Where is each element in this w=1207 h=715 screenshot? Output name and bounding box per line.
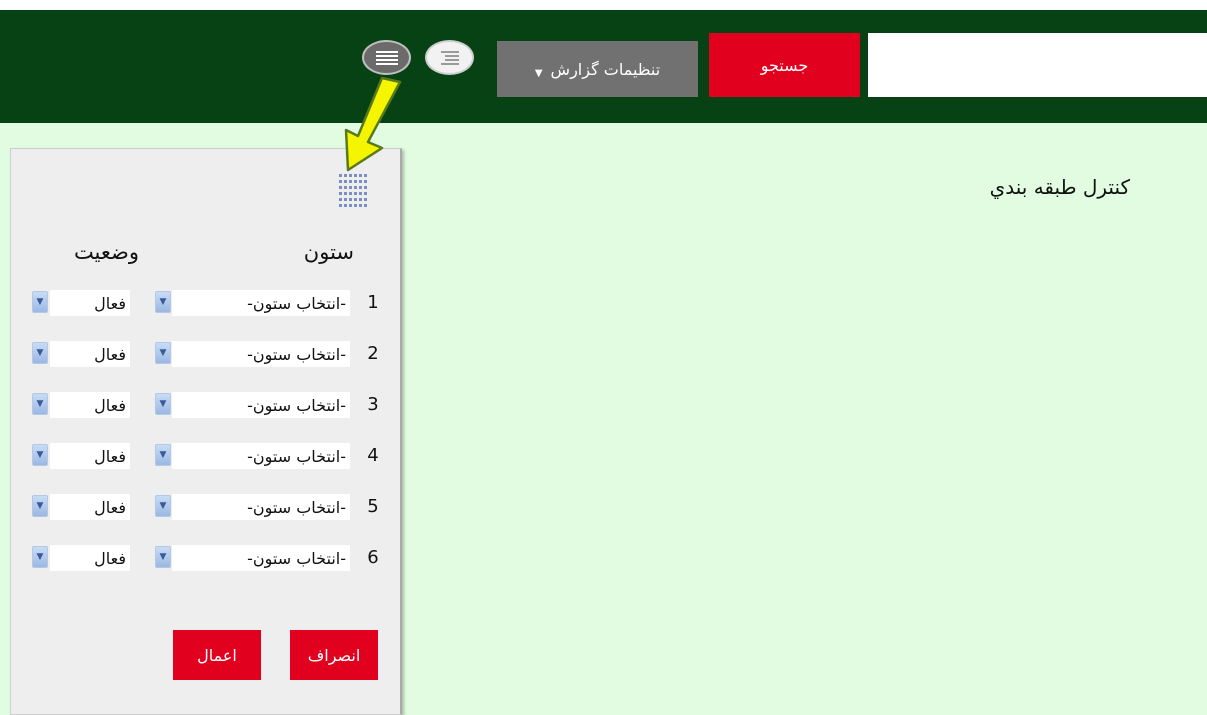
row-number: 4 <box>367 445 379 466</box>
status-select[interactable]: فعال <box>50 494 130 520</box>
sort-row: 4 -انتخاب ستون- ▼ فعال ▼ <box>0 443 400 473</box>
column-select[interactable]: -انتخاب ستون- <box>172 290 350 316</box>
column-select-value: -انتخاب ستون- <box>247 395 346 415</box>
list-view-button[interactable] <box>362 40 411 75</box>
status-select[interactable]: فعال <box>50 545 130 571</box>
row-number: 2 <box>367 343 379 364</box>
apply-button[interactable]: اعمال <box>173 630 261 680</box>
status-select[interactable]: فعال <box>50 341 130 367</box>
row-number: 6 <box>367 547 379 568</box>
chevron-down-icon: ▼ <box>534 67 543 79</box>
column-header: ستون <box>303 240 354 264</box>
detail-view-icon <box>440 50 459 65</box>
search-input[interactable] <box>868 33 1207 97</box>
panel-title: کنترل طبقه بندي <box>989 175 1130 199</box>
sort-row: 6 -انتخاب ستون- ▼ فعال ▼ <box>0 545 400 575</box>
row-number: 1 <box>367 292 379 313</box>
dropdown-arrow-icon[interactable]: ▼ <box>155 495 171 517</box>
report-settings-dropdown[interactable]: تنظيمات گزارش ▼ <box>497 41 698 97</box>
sort-row: 5 -انتخاب ستون- ▼ فعال ▼ <box>0 494 400 524</box>
status-select-value: فعال <box>94 548 126 568</box>
search-button[interactable]: جستجو <box>709 33 860 97</box>
status-select[interactable]: فعال <box>50 290 130 316</box>
column-select-value: -انتخاب ستون- <box>247 548 346 568</box>
dropdown-arrow-icon[interactable]: ▼ <box>32 444 48 466</box>
column-select-value: -انتخاب ستون- <box>247 497 346 517</box>
sort-row: 2 -انتخاب ستون- ▼ فعال ▼ <box>0 341 400 371</box>
status-select-value: فعال <box>94 446 126 466</box>
sort-row: 1 -انتخاب ستون- ▼ فعال ▼ <box>0 290 400 320</box>
status-select[interactable]: فعال <box>50 443 130 469</box>
row-number: 3 <box>367 394 379 415</box>
column-select-value: -انتخاب ستون- <box>247 293 346 313</box>
dropdown-arrow-icon[interactable]: ▼ <box>155 291 171 313</box>
status-select-value: فعال <box>94 344 126 364</box>
column-select-value: -انتخاب ستون- <box>247 446 346 466</box>
sort-row: 3 -انتخاب ستون- ▼ فعال ▼ <box>0 392 400 422</box>
dropdown-arrow-icon[interactable]: ▼ <box>32 291 48 313</box>
dropdown-arrow-icon[interactable]: ▼ <box>155 546 171 568</box>
dropdown-arrow-icon[interactable]: ▼ <box>155 393 171 415</box>
cancel-button[interactable]: انصراف <box>290 630 378 680</box>
dropdown-arrow-icon[interactable]: ▼ <box>32 495 48 517</box>
dropdown-arrow-icon[interactable]: ▼ <box>32 393 48 415</box>
column-select-value: -انتخاب ستون- <box>247 344 346 364</box>
column-select[interactable]: -انتخاب ستون- <box>172 443 350 469</box>
column-select[interactable]: -انتخاب ستون- <box>172 494 350 520</box>
dropdown-arrow-icon[interactable]: ▼ <box>32 342 48 364</box>
status-select-value: فعال <box>94 497 126 517</box>
status-select-value: فعال <box>94 395 126 415</box>
status-select-value: فعال <box>94 293 126 313</box>
dropdown-arrow-icon[interactable]: ▼ <box>155 342 171 364</box>
column-select[interactable]: -انتخاب ستون- <box>172 392 350 418</box>
report-settings-label: تنظيمات گزارش <box>550 59 661 79</box>
column-select[interactable]: -انتخاب ستون- <box>172 545 350 571</box>
grid-icon <box>339 174 367 207</box>
row-number: 5 <box>367 496 379 517</box>
detail-view-button[interactable] <box>425 40 474 75</box>
column-select[interactable]: -انتخاب ستون- <box>172 341 350 367</box>
list-view-icon <box>375 50 398 65</box>
status-header: وضعيت <box>73 240 139 264</box>
status-select[interactable]: فعال <box>50 392 130 418</box>
dropdown-arrow-icon[interactable]: ▼ <box>32 546 48 568</box>
dropdown-arrow-icon[interactable]: ▼ <box>155 444 171 466</box>
